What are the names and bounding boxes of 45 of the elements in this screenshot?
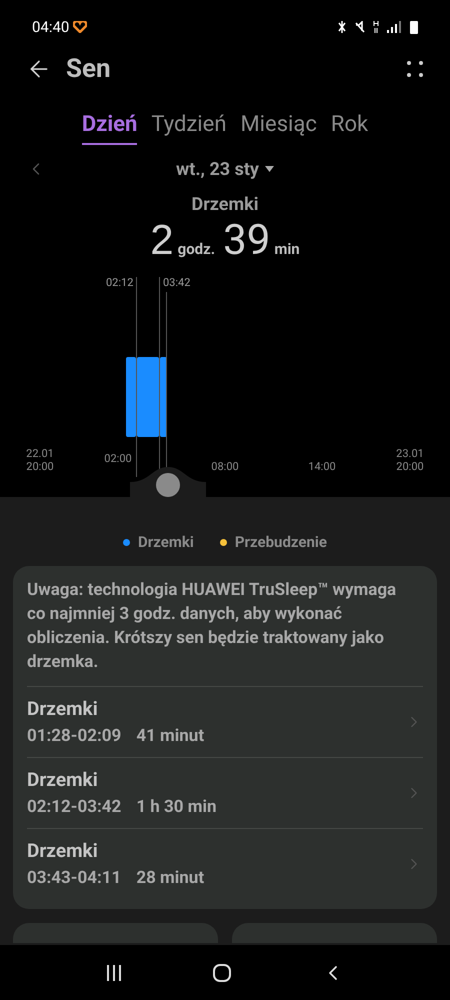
nap-row[interactable]: Drzemki 01:28-02:09 41 minut: [27, 686, 423, 758]
dropdown-icon: [264, 166, 274, 172]
nap-row[interactable]: Drzemki 03:43-04:11 28 minut: [27, 828, 423, 898]
mute-icon: [355, 21, 365, 33]
nap-time-range: 02:12-03:42: [27, 796, 122, 818]
nap-duration: 41 minut: [136, 724, 204, 748]
period-tab[interactable]: Tydzień: [151, 108, 226, 145]
summary-label: Drzemki: [192, 193, 258, 217]
nap-time-range: 03:43-04:11: [27, 866, 122, 890]
nap-duration: 28 minut: [136, 866, 204, 890]
nap-row[interactable]: Drzemki 02:12-03:42 1 h 30 min: [27, 758, 423, 828]
axis-label: 08:00: [211, 459, 239, 473]
axis-label: 14:00: [308, 459, 336, 473]
bluetooth-icon: [337, 20, 347, 34]
hours-unit: godz.: [178, 239, 216, 260]
recent-apps-icon[interactable]: [105, 964, 123, 982]
cursor-time-label: 03:42: [162, 275, 190, 292]
nap-title: Drzemki: [27, 766, 99, 792]
axis-label: 22.01 20:00: [26, 446, 54, 473]
nap-duration: 1 h 30 min: [136, 796, 217, 818]
legend-label: Drzemki: [138, 532, 194, 553]
date-dropdown[interactable]: wt., 23 sty: [176, 156, 274, 182]
network-icon: [373, 20, 379, 34]
timeline-handle[interactable]: [130, 467, 206, 499]
period-tab[interactable]: Miesiąc: [240, 108, 317, 145]
trusleep-note: Uwaga: technologia HUAWEI TruSleep™ wymaga co najmniej 3 godz. danych, aby wykonać obliczenia. Krótszy sen będzie traktowany jako drzemka.: [27, 578, 423, 686]
period-tab[interactable]: Rok: [330, 108, 368, 145]
more-icon[interactable]: [406, 60, 424, 78]
heart-icon: [73, 21, 88, 33]
legend-label: Przebudzenie: [234, 532, 327, 553]
battery-icon: [410, 20, 418, 34]
page-title: Sen: [66, 52, 111, 86]
status-time: 04:40: [32, 16, 70, 38]
nap-time-range: 01:28-02:09: [27, 724, 122, 748]
minutes-unit: min: [274, 239, 300, 260]
axis-label: 23.01 20:00: [396, 446, 424, 473]
period-tab[interactable]: Dzień: [82, 108, 138, 145]
signal-icon: [387, 21, 402, 33]
hours-value: 2: [150, 216, 174, 264]
cursor-time-label: 02:12: [106, 275, 134, 291]
axis-label: 02:00: [104, 451, 132, 465]
home-icon[interactable]: [213, 964, 231, 982]
nap-title: Drzemki: [27, 696, 99, 722]
minutes-value: 39: [223, 217, 270, 265]
nap-title: Drzemki: [27, 838, 99, 864]
